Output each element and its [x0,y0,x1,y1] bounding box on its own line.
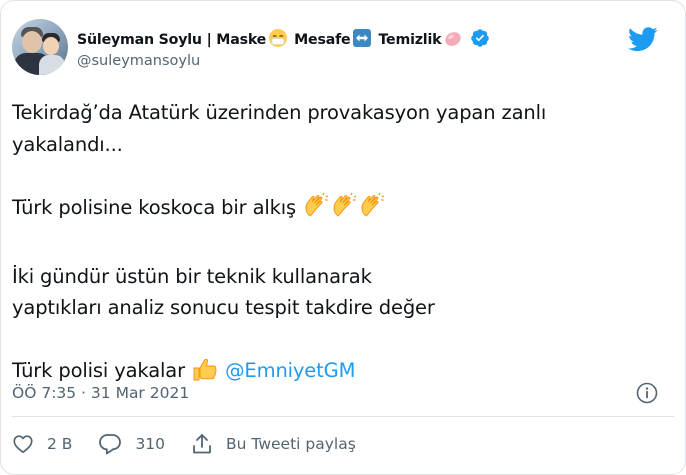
clapping-hands-icon [302,192,330,230]
tweet-actions: 2 B 310 Bu Tweeti paylaş [12,430,382,458]
tweet-text-line: yaptıkları analiz sonucu tespit takdire … [12,296,435,319]
twitter-bird-icon[interactable] [628,27,658,56]
info-icon[interactable] [636,382,658,408]
mask-face-emoji-icon [268,28,288,52]
divider [12,416,674,417]
tweet-text-line: Tekirdağ’da Atatürk üzerinden provakasyo… [12,101,547,124]
like-button[interactable]: 2 B [12,433,72,455]
tweet-timestamp[interactable]: ÖÖ 7:35 · 31 Mar 2021 [12,384,189,402]
reply-icon [99,434,122,455]
reply-count: 310 [135,435,166,453]
heart-icon [13,435,33,454]
tweet-text-line: Türk polisi yakalar [12,359,185,382]
like-count: 2 B [47,435,73,453]
clapping-hands-icon [358,192,386,230]
tweet-text-line: yakalandı... [12,132,123,156]
avatar[interactable] [12,19,68,75]
left-right-arrow-icon [352,28,372,52]
share-icon [193,434,211,454]
author-name-part-temizlik[interactable]: Temizlik [378,32,441,48]
author-name-row[interactable]: Süleyman Soylu | Maske Mesafe Temizlik [77,29,490,51]
soap-icon [443,28,463,52]
share-button[interactable]: Bu Tweeti paylaş [191,433,356,455]
author-name-part-mesafe[interactable]: Mesafe [294,32,351,48]
tweet-text-line-applause: Türk polisine koskoca bir alkış [12,192,652,230]
tweet-card: Süleyman Soylu | Maske Mesafe Temizlik @… [0,0,686,475]
reply-button[interactable]: 310 [98,433,165,455]
thumbs-up-icon [191,355,219,393]
author-handle[interactable]: @suleymansoylu [77,53,200,69]
tweet-text-line: Türk polisine koskoca bir alkış [12,195,297,219]
mention-link[interactable]: @EmniyetGM [225,359,355,382]
share-label: Bu Tweeti paylaş [226,435,356,453]
tweet-text: Tekirdağ’da Atatürk üzerinden provakasyo… [12,97,652,393]
verified-badge-icon [470,28,490,52]
author-display-name[interactable]: Süleyman Soylu | Maske [77,32,266,48]
clapping-hands-icon [330,192,358,230]
tweet-text-line: İki gündür üstün bir teknik kullanarak [12,264,372,288]
